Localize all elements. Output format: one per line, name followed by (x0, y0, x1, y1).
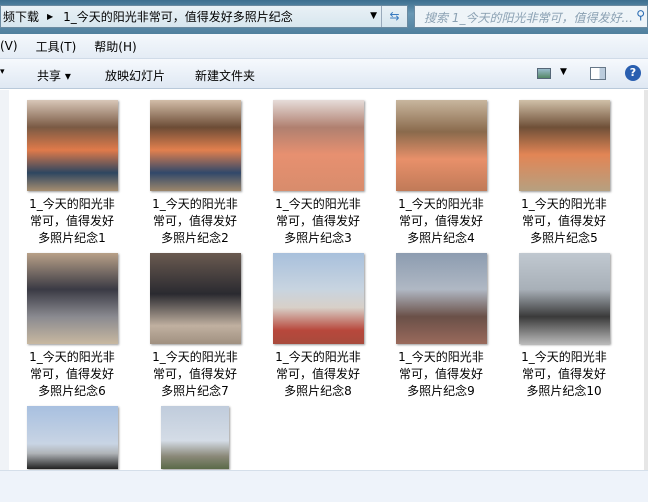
breadcrumb-parent[interactable]: 频下载 (1, 8, 39, 25)
file-name-line: 1_今天的阳光非 (152, 350, 238, 364)
address-bar[interactable]: 频下载 ▶ 1_今天的阳光非常可，值得发好多照片纪念 ▼ ⇆ (0, 5, 408, 28)
image-thumbnail[interactable] (395, 253, 487, 344)
toolbar: ▾ 共享 ▾ 放映幻灯片 新建文件夹 ▼ ? (0, 59, 648, 89)
image-thumbnail[interactable] (26, 100, 118, 191)
view-icon[interactable] (537, 68, 551, 79)
image-thumbnail[interactable] (26, 253, 118, 344)
file-name: 1_今天的阳光非 常可，值得发好 多照片纪念9 (386, 349, 496, 400)
file-name: 1_今天的阳光非 常可，值得发好 多照片纪念6 (17, 349, 127, 400)
file-name-line: 常可，值得发好 (398, 214, 483, 228)
image-thumbnail[interactable] (395, 100, 487, 191)
image-thumbnail[interactable] (272, 100, 364, 191)
file-name-line: 多照片纪念6 (38, 384, 106, 398)
image-thumbnail[interactable] (161, 406, 229, 469)
file-name-line: 多照片纪念8 (284, 384, 352, 398)
file-name-line: 1_今天的阳光非 (29, 197, 115, 211)
menu-bar: (V) 工具(T) 帮助(H) (0, 34, 648, 59)
image-thumbnail[interactable] (518, 253, 610, 344)
file-item[interactable]: 1_今天的阳光非 常可，值得发好 多照片纪念10 (509, 253, 619, 400)
file-item[interactable]: 1_今天的阳光非 常可，值得发好 多照片纪念4 (386, 100, 496, 247)
file-name: 1_今天的阳光非 常可，值得发好 多照片纪念1 (17, 196, 127, 247)
file-name-line: 1_今天的阳光非 (521, 350, 607, 364)
file-name: 1_今天的阳光非 常可，值得发好 多照片纪念3 (263, 196, 373, 247)
preview-pane-icon[interactable] (590, 67, 606, 80)
file-name-line: 多照片纪念4 (407, 231, 475, 245)
file-name-line: 多照片纪念5 (530, 231, 598, 245)
file-name-line: 多照片纪念1 (38, 231, 106, 245)
file-item[interactable]: 1_今天的阳光非 常可，值得发好 多照片纪念9 (386, 253, 496, 400)
file-name: 1_今天的阳光非 常可，值得发好 多照片纪念4 (386, 196, 496, 247)
image-thumbnail[interactable] (149, 253, 241, 344)
slideshow-button[interactable]: 放映幻灯片 (105, 67, 165, 84)
file-name-line: 常可，值得发好 (521, 367, 606, 381)
file-name: 1_今天的阳光非 常可，值得发好 多照片纪念5 (509, 196, 619, 247)
breadcrumb-current[interactable]: 1_今天的阳光非常可，值得发好多照片纪念 (61, 8, 293, 25)
refresh-icon[interactable]: ⇆ (381, 6, 407, 27)
file-name-line: 1_今天的阳光非 (398, 350, 484, 364)
file-name-line: 常可，值得发好 (152, 214, 237, 228)
file-item[interactable]: 1_今天的阳光非 常可，值得发好 多照片纪念6 (17, 253, 127, 400)
image-thumbnail[interactable] (149, 100, 241, 191)
file-name-line: 常可，值得发好 (398, 367, 483, 381)
new-folder-button[interactable]: 新建文件夹 (195, 67, 255, 84)
image-thumbnail[interactable] (272, 253, 364, 344)
file-item[interactable]: 1_今天的阳光非 常可，值得发好 多照片纪念3 (263, 100, 373, 247)
file-name-line: 1_今天的阳光非 (275, 197, 361, 211)
file-name-line: 1_今天的阳光非 (152, 197, 238, 211)
menu-help[interactable]: 帮助(H) (94, 38, 136, 55)
help-icon[interactable]: ? (625, 65, 641, 81)
file-name: 1_今天的阳光非 常可，值得发好 多照片纪念10 (509, 349, 619, 400)
file-item[interactable]: 1_今天的阳光非 常可，值得发好 多照片纪念7 (140, 253, 250, 400)
file-name-line: 常可，值得发好 (152, 367, 237, 381)
file-item[interactable] (140, 406, 250, 469)
breadcrumb-arrow-icon[interactable]: ▶ (47, 12, 53, 21)
file-name-line: 多照片纪念7 (161, 384, 229, 398)
image-thumbnail[interactable] (518, 100, 610, 191)
share-button[interactable]: 共享 ▾ (37, 67, 71, 84)
address-dropdown-icon[interactable]: ▼ (370, 11, 377, 21)
file-name-line: 1_今天的阳光非 (521, 197, 607, 211)
file-name-line: 常可，值得发好 (275, 214, 360, 228)
search-input[interactable]: 搜索 1_今天的阳光非常可，值得发好... ⚲ (414, 5, 648, 28)
file-item[interactable]: 1_今天的阳光非 常可，值得发好 多照片纪念2 (140, 100, 250, 247)
file-item[interactable] (17, 406, 127, 469)
view-dropdown-icon[interactable]: ▼ (560, 67, 567, 77)
file-name-line: 多照片纪念10 (526, 384, 602, 398)
menu-view[interactable]: (V) (0, 39, 18, 53)
organize-dropdown-icon[interactable]: ▾ (0, 67, 5, 77)
file-name-line: 常可，值得发好 (29, 214, 114, 228)
file-name: 1_今天的阳光非 常可，值得发好 多照片纪念7 (140, 349, 250, 400)
image-thumbnail[interactable] (26, 406, 118, 469)
file-name-line: 常可，值得发好 (275, 367, 360, 381)
file-name-line: 多照片纪念2 (161, 231, 229, 245)
file-name-line: 1_今天的阳光非 (29, 350, 115, 364)
file-list: 1_今天的阳光非 常可，值得发好 多照片纪念1 1_今天的阳光非 常可，值得发好 多照片纪… (0, 90, 648, 470)
file-name-line: 1_今天的阳光非 (398, 197, 484, 211)
file-name-line: 1_今天的阳光非 (275, 350, 361, 364)
file-name-line: 常可，值得发好 (29, 367, 114, 381)
file-name: 1_今天的阳光非 常可，值得发好 多照片纪念2 (140, 196, 250, 247)
scrollbar[interactable] (644, 90, 648, 470)
title-bar: 频下载 ▶ 1_今天的阳光非常可，值得发好多照片纪念 ▼ ⇆ 搜索 1_今天的阳… (0, 0, 648, 34)
file-item[interactable]: 1_今天的阳光非 常可，值得发好 多照片纪念5 (509, 100, 619, 247)
file-item[interactable]: 1_今天的阳光非 常可，值得发好 多照片纪念8 (263, 253, 373, 400)
menu-tools[interactable]: 工具(T) (36, 38, 77, 55)
file-name-line: 多照片纪念3 (284, 231, 352, 245)
file-item[interactable]: 1_今天的阳光非 常可，值得发好 多照片纪念1 (17, 100, 127, 247)
search-icon[interactable]: ⚲ (636, 8, 645, 22)
file-name-line: 多照片纪念9 (407, 384, 475, 398)
search-placeholder: 搜索 1_今天的阳光非常可，值得发好... (424, 11, 633, 25)
file-name: 1_今天的阳光非 常可，值得发好 多照片纪念8 (263, 349, 373, 400)
file-name-line: 常可，值得发好 (521, 214, 606, 228)
details-pane (0, 470, 648, 502)
